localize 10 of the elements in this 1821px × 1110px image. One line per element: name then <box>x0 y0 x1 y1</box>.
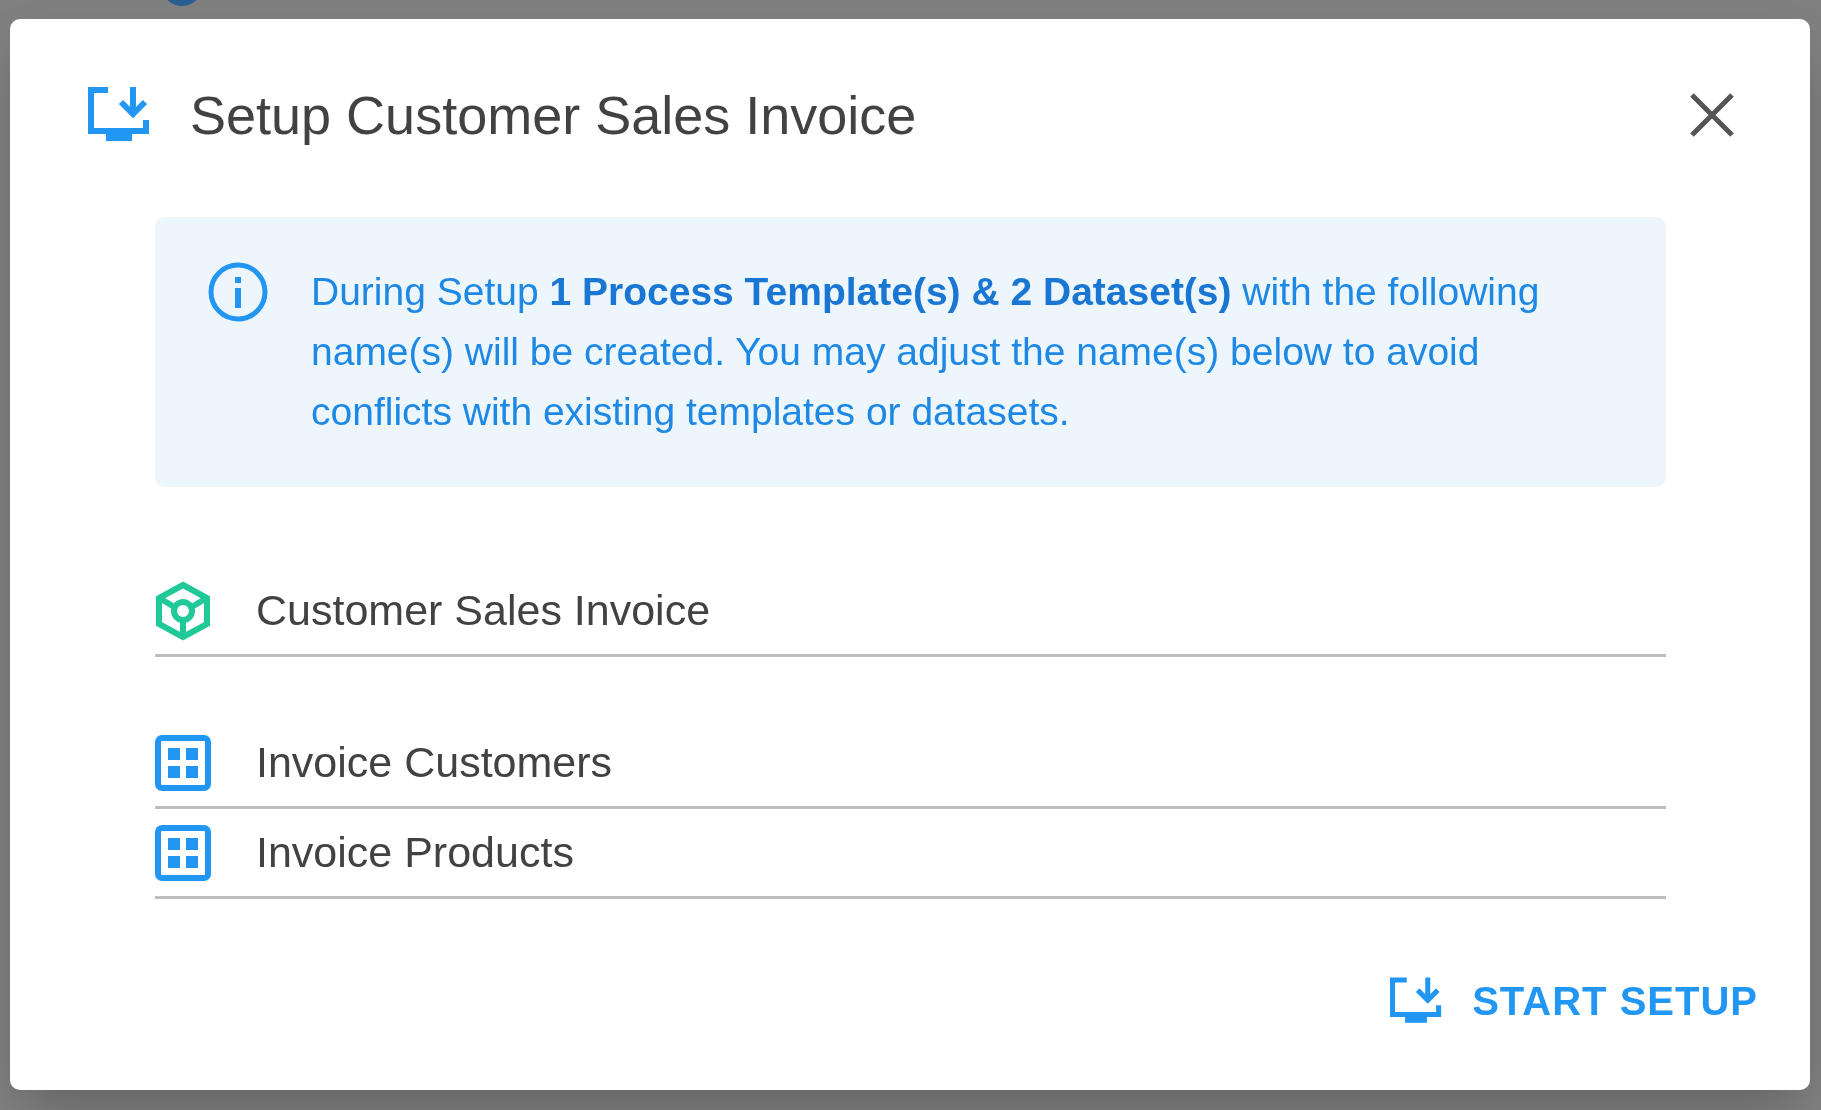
info-message: During Setup 1 Process Template(s) & 2 Dataset(s) with the following name(s) will be created. You may adjust the name(s) below to avoid conflicts with existing templates or datasets. <box>311 269 1541 435</box>
name-input-field[interactable]: Invoice Customers <box>256 727 1666 798</box>
name-input-field[interactable]: Invoice Products <box>256 817 1666 888</box>
name-input-field[interactable]: Customer Sales Invoice <box>256 575 1666 646</box>
hexagon-icon <box>155 580 211 641</box>
grid-icon <box>155 734 211 791</box>
info-icon <box>208 262 268 322</box>
monitor-download-icon <box>1390 977 1443 1025</box>
grid-icon <box>155 824 211 881</box>
monitor-download-icon <box>88 87 150 143</box>
